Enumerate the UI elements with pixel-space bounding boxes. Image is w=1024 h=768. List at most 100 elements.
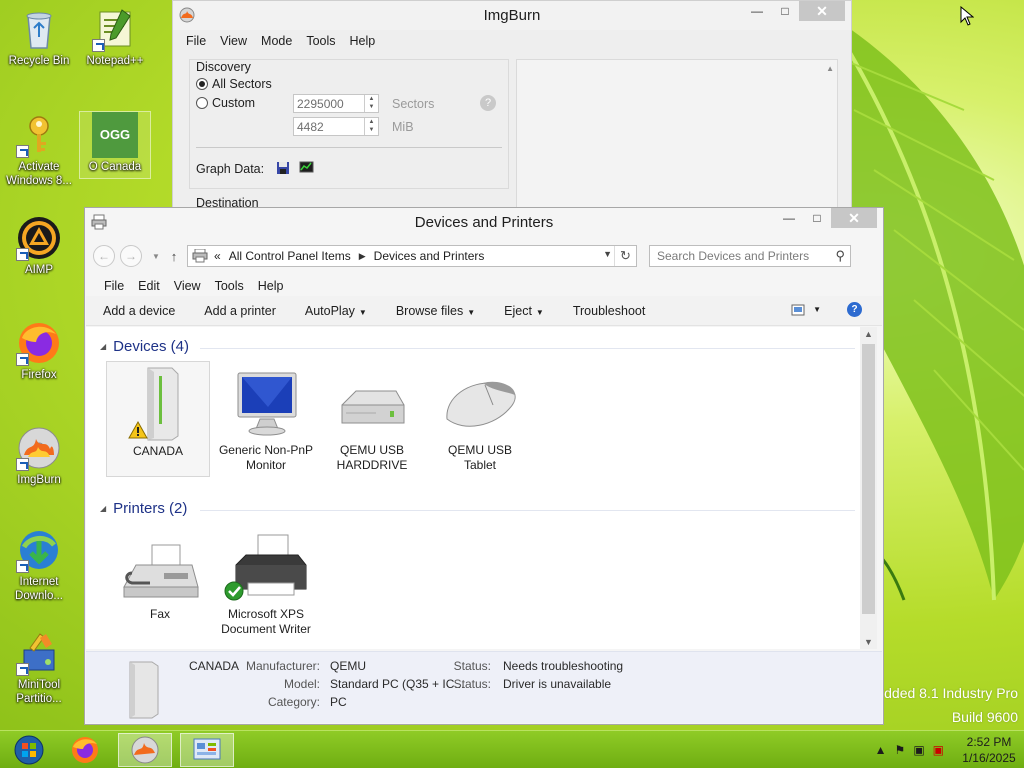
- menu-tools[interactable]: Tools: [299, 34, 342, 48]
- breadcrumb-overflow[interactable]: «: [214, 249, 221, 263]
- radio-unselected-icon: [196, 97, 208, 109]
- start-button[interactable]: [2, 733, 56, 767]
- search-icon[interactable]: ⚲: [835, 248, 845, 264]
- navigation-bar: ← → ▼ ↑ « All Control Panel Items ▶ Devi…: [93, 243, 877, 269]
- autoplay-button[interactable]: AutoPlay ▼: [305, 304, 367, 318]
- control-panel-icon: [193, 738, 221, 760]
- devices-section-header[interactable]: ◢ Devices (4): [100, 338, 855, 355]
- device-item-monitor[interactable]: Generic Non-PnP Monitor: [214, 361, 318, 473]
- menu-view[interactable]: View: [167, 279, 208, 293]
- menu-mode[interactable]: Mode: [254, 34, 299, 48]
- scroll-up-arrow-icon[interactable]: ▲: [860, 329, 877, 339]
- minitool-partition-label: MiniTool Partitio...: [16, 679, 62, 705]
- taskbar-imgburn[interactable]: [118, 733, 172, 767]
- imgburn-title: ImgBurn: [483, 7, 541, 24]
- minimize-button[interactable]: —: [775, 208, 803, 228]
- show-hidden-icons-chevron-icon[interactable]: ▲: [875, 743, 887, 757]
- forward-button[interactable]: →: [120, 245, 142, 267]
- internet-download-manager-shortcut[interactable]: Internet Downlo...: [4, 527, 74, 603]
- devices-title: Devices and Printers: [414, 213, 554, 231]
- menu-help[interactable]: Help: [343, 34, 383, 48]
- maximize-button[interactable]: □: [803, 208, 831, 228]
- printers-section-header[interactable]: ◢ Printers (2): [100, 500, 855, 517]
- refresh-button[interactable]: ↻: [614, 246, 636, 266]
- vertical-scrollbar[interactable]: ▲ ▼: [860, 327, 877, 649]
- custom-radio[interactable]: Custom: [196, 96, 255, 110]
- devices-printers-window[interactable]: Devices and Printers — □ ✕ ← → ▼ ↑ « All…: [84, 207, 884, 725]
- help-info-icon[interactable]: ?: [480, 95, 496, 111]
- help-icon[interactable]: ?: [847, 302, 862, 317]
- scroll-up-arrow-icon[interactable]: ▲: [826, 64, 834, 73]
- search-input[interactable]: Search Devices and Printers ⚲: [649, 245, 851, 267]
- all-sectors-radio[interactable]: All Sectors: [196, 77, 272, 91]
- menu-edit[interactable]: Edit: [131, 279, 167, 293]
- close-button[interactable]: ✕: [799, 1, 845, 21]
- activate-windows-shortcut[interactable]: Activate Windows 8...: [4, 112, 74, 188]
- up-button[interactable]: ↑: [165, 249, 183, 264]
- firefox-shortcut[interactable]: Firefox: [4, 320, 74, 382]
- action-center-flag-icon[interactable]: ⚑: [895, 743, 906, 757]
- minimize-button[interactable]: —: [743, 1, 771, 21]
- menu-tools[interactable]: Tools: [208, 279, 251, 293]
- breadcrumb-devices-printers[interactable]: Devices and Printers: [374, 249, 485, 263]
- maximize-button[interactable]: □: [771, 1, 799, 21]
- collapse-triangle-icon[interactable]: ◢: [100, 342, 106, 351]
- menu-view[interactable]: View: [213, 34, 254, 48]
- save-graph-icon[interactable]: [276, 161, 290, 175]
- scrollbar-thumb[interactable]: [862, 344, 875, 614]
- taskbar-control-panel[interactable]: [180, 733, 234, 767]
- menu-file[interactable]: File: [179, 34, 213, 48]
- network-icon[interactable]: ▣: [913, 743, 924, 757]
- taskbar-firefox[interactable]: [58, 733, 112, 767]
- add-device-button[interactable]: Add a device: [103, 304, 175, 318]
- imgburn-window[interactable]: ImgBurn — □ ✕ File View Mode Tools Help …: [172, 0, 852, 210]
- minitool-partition-shortcut[interactable]: MiniTool Partitio...: [4, 630, 74, 706]
- mib-spinbox[interactable]: 4482 ▲ ▼: [293, 117, 379, 136]
- printer-item-xps[interactable]: Microsoft XPS Document Writer: [214, 525, 318, 637]
- address-dropdown-icon[interactable]: ▼: [603, 249, 612, 259]
- menu-file[interactable]: File: [97, 279, 131, 293]
- spin-arrows-icon[interactable]: ▲ ▼: [364, 118, 378, 135]
- recent-locations-chevron-icon[interactable]: ▼: [147, 252, 165, 261]
- collapse-triangle-icon[interactable]: ◢: [100, 504, 106, 513]
- breadcrumb-separator-icon[interactable]: ▶: [359, 251, 366, 262]
- clock[interactable]: 2:52 PM 1/16/2025: [954, 734, 1024, 766]
- add-printer-button[interactable]: Add a printer: [204, 304, 276, 318]
- o-canada-file[interactable]: OGG O Canada: [79, 111, 151, 179]
- ogg-badge: OGG: [99, 127, 131, 142]
- close-button[interactable]: ✕: [831, 208, 877, 228]
- imgburn-titlebar[interactable]: ImgBurn — □ ✕: [173, 1, 851, 30]
- graph-display-icon[interactable]: [299, 161, 314, 175]
- view-options-button[interactable]: ▼: [791, 304, 821, 316]
- fax-icon: [108, 525, 212, 607]
- printer-item-fax[interactable]: Fax: [108, 525, 212, 622]
- autoplay-label: AutoPlay: [304, 303, 355, 318]
- sectors-spinbox[interactable]: 2295000 ▲ ▼: [293, 94, 379, 113]
- back-button[interactable]: ←: [93, 245, 115, 267]
- volume-muted-icon[interactable]: ▣: [933, 743, 944, 757]
- scroll-down-arrow-icon[interactable]: ▼: [860, 637, 877, 647]
- address-bar[interactable]: « All Control Panel Items ▶ Devices and …: [187, 245, 637, 267]
- custom-label: Custom: [212, 96, 256, 110]
- device-item-harddrive[interactable]: QEMU USB HARDDRIVE: [320, 361, 424, 473]
- eject-button[interactable]: Eject ▼: [504, 304, 544, 318]
- aimp-shortcut[interactable]: AIMP: [4, 215, 74, 277]
- breadcrumb-control-panel[interactable]: All Control Panel Items: [229, 249, 351, 263]
- recycle-bin-shortcut[interactable]: Recycle Bin: [4, 6, 74, 68]
- imgburn-shortcut[interactable]: ImgBurn: [4, 425, 74, 487]
- devices-titlebar[interactable]: Devices and Printers — □ ✕: [85, 208, 883, 236]
- category-value: PC: [330, 695, 347, 709]
- notepad-plus-plus-shortcut[interactable]: Notepad++: [80, 6, 150, 68]
- device-item-tablet[interactable]: QEMU USB Tablet: [428, 361, 532, 473]
- device-item-canada[interactable]: CANADA: [106, 361, 210, 477]
- details-pane: CANADA Manufacturer: QEMU Model: Standar…: [86, 651, 882, 723]
- firefox-icon: [72, 737, 98, 763]
- menu-help[interactable]: Help: [251, 279, 291, 293]
- shortcut-arrow-icon: [16, 458, 29, 471]
- troubleshoot-button[interactable]: Troubleshoot: [573, 304, 646, 318]
- recycle-bin-icon: [16, 6, 62, 52]
- browse-files-label: Browse files: [395, 303, 464, 318]
- browse-files-button[interactable]: Browse files ▼: [396, 304, 475, 318]
- spin-arrows-icon[interactable]: ▲ ▼: [364, 95, 378, 112]
- clock-time: 2:52 PM: [966, 735, 1012, 749]
